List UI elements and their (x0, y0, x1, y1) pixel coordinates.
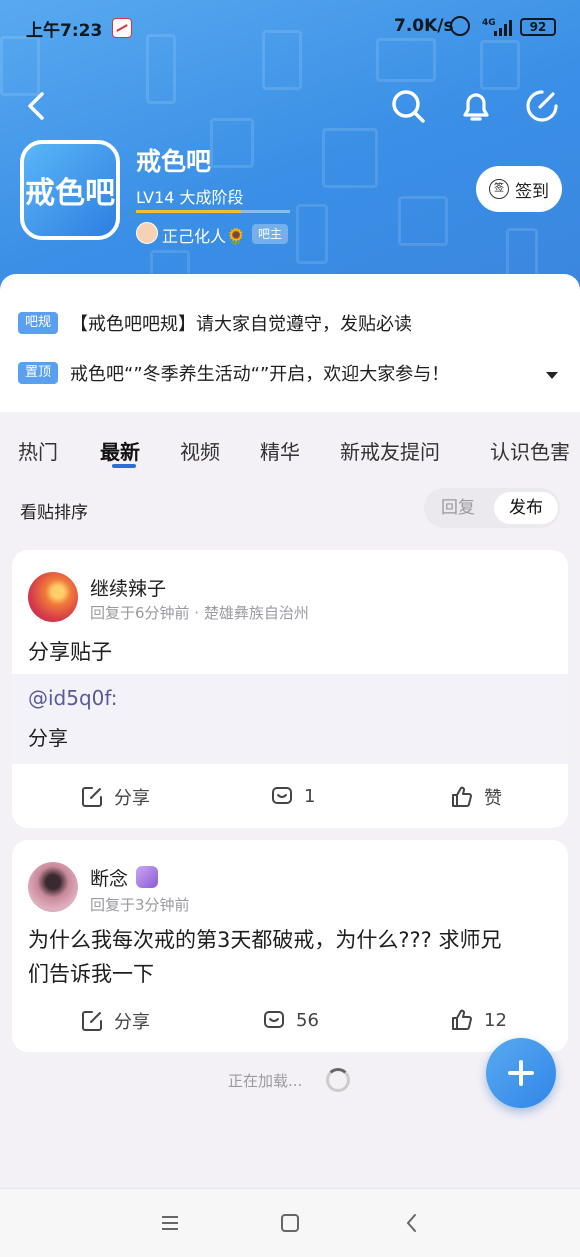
quote-text: 分享 (28, 726, 68, 750)
tab-hot[interactable]: 热门 (18, 436, 58, 465)
level-progress-fill (136, 210, 241, 213)
post-title[interactable]: 分享贴子 (28, 636, 112, 668)
share-button[interactable]: 分享 (80, 784, 150, 810)
expand-notices-icon[interactable] (546, 372, 558, 379)
notification-app-icon (112, 18, 132, 38)
post-username[interactable]: 断念 (90, 864, 128, 891)
system-nav-bar (0, 1188, 580, 1257)
user-level: LV14 大成阶段 (136, 188, 244, 207)
forum-avatar[interactable]: 戒色吧 (20, 140, 120, 240)
notice-tag: 吧规 (18, 312, 58, 334)
notice-rules[interactable]: 吧规 【戒色吧吧规】请大家自觉遵守，发贴必读 (18, 308, 412, 338)
tab-latest[interactable]: 最新 (100, 436, 140, 465)
like-button[interactable]: 12 (450, 1008, 507, 1032)
notice-tag: 置顶 (18, 362, 58, 384)
share-icon (82, 1011, 102, 1031)
comment-button[interactable]: 1 (270, 784, 315, 808)
owner-avatar[interactable] (136, 222, 158, 244)
quoted-reply[interactable]: @id5q0f: 分享 (12, 674, 568, 764)
thumbs-up-icon (452, 1009, 472, 1030)
owner-badge: 吧主 (252, 224, 289, 244)
share-label: 分享 (114, 788, 150, 809)
home-icon[interactable] (278, 1211, 302, 1235)
edit-icon[interactable] (522, 86, 562, 126)
signal-icon (490, 20, 512, 36)
like-button[interactable]: 赞 (450, 784, 502, 810)
status-time: 上午7:23 (26, 21, 103, 41)
thumbs-up-icon (452, 786, 472, 807)
sort-by-reply[interactable]: 回复 (426, 492, 490, 524)
active-tab-indicator (112, 464, 136, 468)
post-username[interactable]: 继续辣子 (90, 574, 166, 601)
tab-featured[interactable]: 精华 (260, 436, 300, 465)
level-progress-bar (136, 210, 290, 213)
loading-text: 正在加载... (228, 1072, 303, 1090)
share-label: 分享 (114, 1012, 150, 1033)
notice-text: 【戒色吧吧规】请大家自觉遵守，发贴必读 (70, 314, 412, 335)
back-icon[interactable] (18, 86, 58, 126)
notice-text: 戒色吧“”冬季养生活动“”开启，欢迎大家参与！ (70, 364, 450, 385)
notice-pinned[interactable]: 置顶 戒色吧“”冬季养生活动“”开启，欢迎大家参与！ (18, 358, 449, 388)
comment-count: 56 (296, 1009, 319, 1031)
share-button[interactable]: 分享 (80, 1008, 150, 1034)
user-avatar[interactable] (28, 862, 78, 912)
sort-by-publish[interactable]: 发布 (494, 492, 558, 524)
comment-button[interactable]: 56 (262, 1008, 319, 1032)
tab-video[interactable]: 视频 (180, 436, 220, 465)
quote-mention[interactable]: @id5q0f: (28, 686, 117, 710)
sort-label: 看贴排序 (20, 503, 88, 523)
share-icon (82, 787, 102, 807)
comment-icon (264, 1011, 284, 1028)
tab-newbie-questions[interactable]: 新戒友提问 (340, 436, 440, 465)
sign-in-icon: 签 (489, 179, 509, 199)
owner-name[interactable]: 正己化人🌻 (162, 223, 246, 247)
post-card[interactable]: 断念 回复于3分钟前 为什么我每次戒的第3天都破戒，为什么??? 求师兄 们告诉… (12, 840, 568, 1052)
post-meta: 回复于6分钟前 · 楚雄彝族自治州 (90, 604, 309, 622)
like-label: 赞 (484, 788, 502, 809)
system-back-icon[interactable] (400, 1211, 424, 1235)
network-speed: 7.0K/s (394, 16, 454, 36)
notice-panel: 吧规 【戒色吧吧规】请大家自觉遵守，发贴必读 置顶 戒色吧“”冬季养生活动“”开… (0, 274, 580, 412)
sign-in-label: 签到 (515, 181, 549, 202)
comment-count: 1 (304, 785, 316, 807)
bell-icon[interactable] (456, 86, 496, 126)
user-badge-icon (136, 866, 158, 888)
loading-spinner-icon (326, 1068, 350, 1092)
comment-icon (272, 787, 292, 804)
alarm-icon (450, 16, 470, 36)
user-avatar[interactable] (28, 572, 78, 622)
post-card[interactable]: 继续辣子 回复于6分钟前 · 楚雄彝族自治州 分享贴子 @id5q0f: 分享 … (12, 550, 568, 828)
status-bar: 上午7:23 7.0K/s 4G 92 (0, 14, 580, 42)
new-post-button[interactable] (486, 1038, 556, 1108)
like-count: 12 (484, 1009, 507, 1031)
sign-in-button[interactable]: 签 签到 (476, 166, 562, 212)
post-title-line2[interactable]: 们告诉我一下 (28, 958, 154, 990)
forum-header: 上午7:23 7.0K/s 4G 92 戒色吧 戒色吧 LV14 大成阶段 正己… (0, 0, 580, 300)
forum-name: 戒色吧 (136, 147, 212, 176)
sort-switch: 回复 发布 (424, 488, 560, 528)
search-icon[interactable] (388, 86, 428, 126)
tab-harm[interactable]: 认识色害 (490, 436, 570, 465)
post-meta: 回复于3分钟前 (90, 896, 190, 914)
post-title-line1[interactable]: 为什么我每次戒的第3天都破戒，为什么??? 求师兄 (28, 924, 501, 956)
menu-icon[interactable] (158, 1211, 182, 1235)
tab-bar: 热门 最新 视频 精华 新戒友提问 认识色害 (0, 412, 580, 484)
battery-icon: 92 (520, 18, 556, 36)
